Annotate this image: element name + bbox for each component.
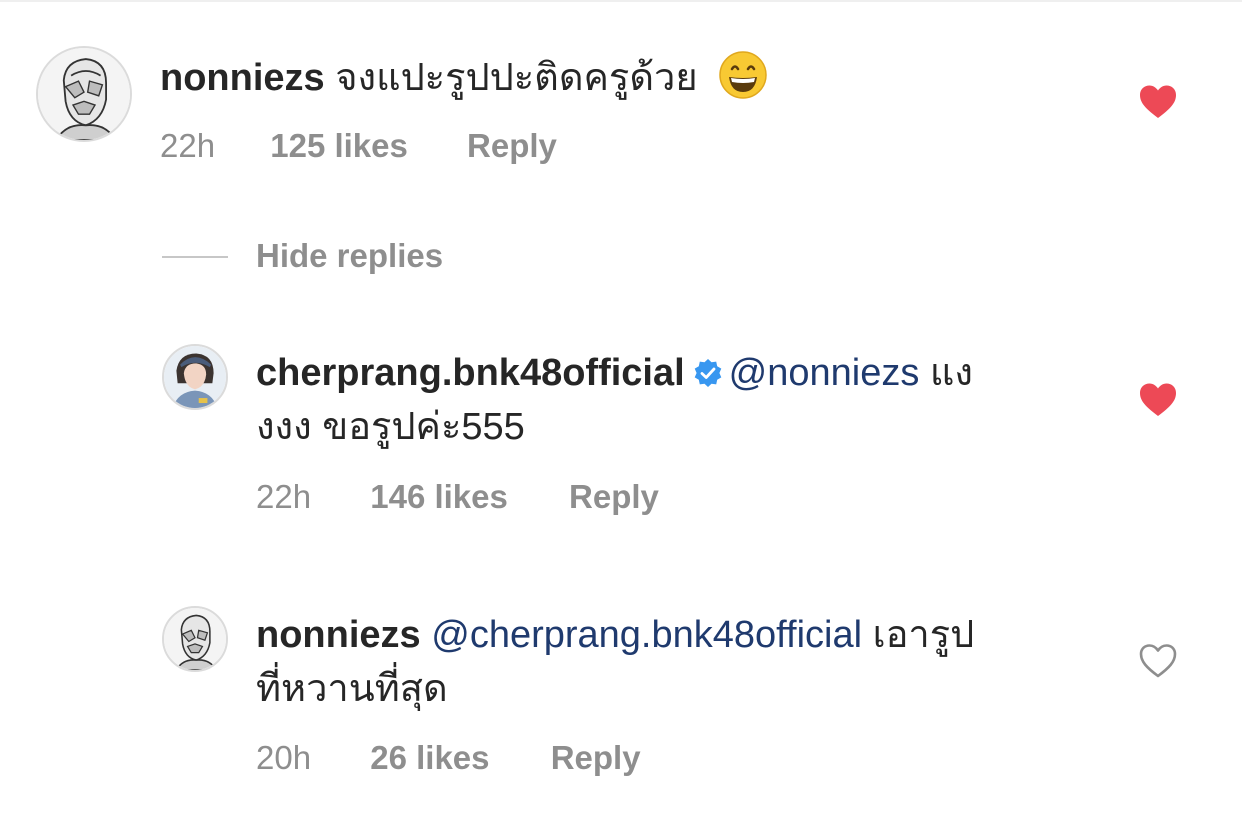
reply-time: 22h xyxy=(256,478,312,515)
reply-body-2: งงง ขอรูปค่ะ555 xyxy=(256,406,525,448)
reply-likes[interactable]: 26 likes xyxy=(370,738,489,778)
user-avatar-icon xyxy=(38,48,130,140)
user-avatar-icon xyxy=(164,346,226,408)
hide-replies-line xyxy=(162,256,228,258)
heart-liked-icon[interactable] xyxy=(1138,382,1178,418)
heart-liked-icon[interactable] xyxy=(1138,84,1178,120)
comment-meta: 22h 125 likes Reply xyxy=(160,126,557,166)
reply-username[interactable]: nonniezs xyxy=(256,614,421,656)
reply-body-1: เอารูป xyxy=(872,614,975,656)
reply-text: nonniezs @cherprang.bnk48official เอารูป… xyxy=(256,608,1096,716)
reply-text: cherprang.bnk48official @nonniezs แง งงง… xyxy=(256,346,1076,454)
grinning-face-emoji-icon xyxy=(719,51,767,99)
heart-outline-icon[interactable] xyxy=(1138,643,1178,679)
reply-button[interactable]: Reply xyxy=(551,738,641,778)
comment-username[interactable]: nonniezs xyxy=(160,57,325,99)
reply-line-1: cherprang.bnk48official @nonniezs แง xyxy=(256,346,1076,400)
reply-line-1: nonniezs @cherprang.bnk48official เอารูป xyxy=(256,608,1096,662)
reply-time: 20h xyxy=(256,739,312,776)
reply-username[interactable]: cherprang.bnk48official xyxy=(256,352,685,394)
avatar[interactable] xyxy=(162,344,228,410)
reply-button[interactable]: Reply xyxy=(569,477,659,517)
reply-mention[interactable]: @nonniezs xyxy=(729,352,920,394)
comment-body: จงแปะรูปปะติดครูด้วย xyxy=(335,57,698,99)
user-avatar-icon xyxy=(164,608,226,670)
avatar[interactable] xyxy=(162,606,228,672)
verified-badge-icon xyxy=(694,359,721,387)
avatar[interactable] xyxy=(36,46,132,142)
hide-replies-button[interactable]: Hide replies xyxy=(256,236,443,276)
comment-text: nonniezs จงแปะรูปปะติดครูด้วย xyxy=(160,50,1060,105)
reply-meta: 22h 146 likes Reply xyxy=(256,477,659,517)
top-divider xyxy=(0,0,1242,2)
comment-time: 22h xyxy=(160,127,216,164)
comment-likes[interactable]: 125 likes xyxy=(270,126,408,166)
reply-meta: 20h 26 likes Reply xyxy=(256,738,641,778)
reply-likes[interactable]: 146 likes xyxy=(370,477,508,517)
reply-button[interactable]: Reply xyxy=(467,126,557,166)
reply-body-1: แง xyxy=(929,352,973,394)
reply-body-2: ที่หวานที่สุด xyxy=(256,668,448,710)
reply-mention[interactable]: @cherprang.bnk48official xyxy=(431,614,862,656)
